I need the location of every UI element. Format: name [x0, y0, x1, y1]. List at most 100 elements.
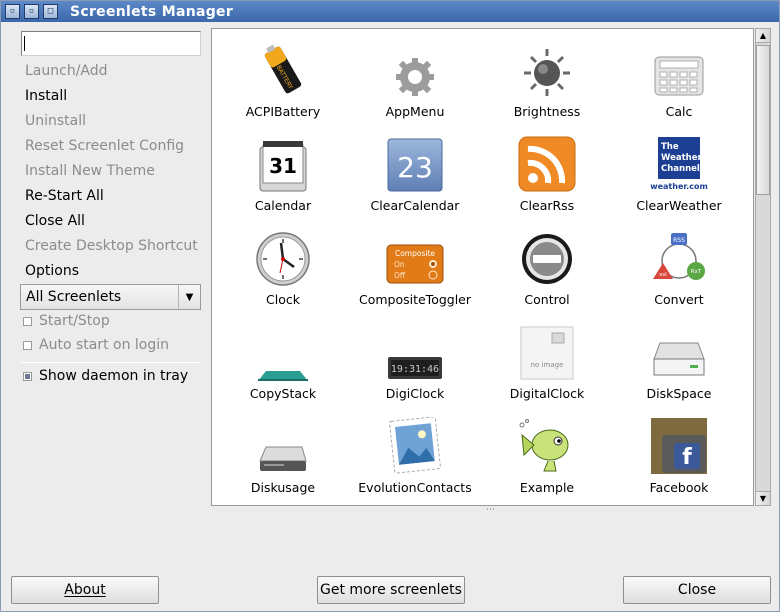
facebook-icon: f [650, 417, 708, 475]
screenlet-label: DiskSpace [646, 386, 712, 401]
scroll-up-icon[interactable]: ▲ [756, 29, 770, 43]
window-menu-button[interactable]: ▫ [5, 4, 20, 19]
screenlet-facebook[interactable]: f Facebook [613, 411, 745, 505]
screenlet-label: Diskusage [250, 480, 316, 495]
close-button[interactable]: Close [623, 576, 771, 604]
no-image-icon-text: no image [531, 361, 564, 369]
about-button[interactable]: About [11, 576, 159, 604]
install-button[interactable]: Install [25, 86, 67, 106]
auto-start-checkbox[interactable]: Auto start on login [23, 336, 169, 354]
chevron-down-icon[interactable]: ▼ [178, 285, 200, 309]
screenlet-label: CopyStack [249, 386, 317, 401]
uninstall-button[interactable]: Uninstall [25, 111, 86, 131]
screenlet-clock[interactable]: Clock [217, 223, 349, 317]
screenlet-diskusage[interactable]: Diskusage [217, 411, 349, 505]
minimize-icon: ▫ [28, 6, 35, 16]
screenlet-clearcalendar[interactable]: 23 ClearCalendar [349, 129, 481, 223]
no-image-icon: no image [518, 323, 576, 381]
screenlet-calendar[interactable]: 31 Calendar [217, 129, 349, 223]
digital-display-icon: 19:31:46 [386, 323, 444, 381]
screenlet-label: EvolutionContacts [358, 480, 472, 495]
search-input[interactable] [21, 31, 201, 56]
screenlet-digiclock[interactable]: 19:31:46 DigiClock [349, 317, 481, 411]
calendar-icon-text: 31 [269, 154, 297, 178]
screenlet-calc[interactable]: Calc [613, 35, 745, 129]
screenlet-label: ACPIBattery [245, 104, 321, 119]
clock-icon [254, 229, 312, 287]
minimize-button[interactable]: ▫ [24, 4, 39, 19]
screenlet-digitalclock[interactable]: no image DigitalClock [481, 317, 613, 411]
screenlet-label: ClearWeather [636, 198, 722, 213]
start-stop-label: Start/Stop [39, 313, 110, 329]
desktop-shortcut-button[interactable]: Create Desktop Shortcut [25, 236, 198, 256]
screenlet-diskspace[interactable]: DiskSpace [613, 317, 745, 411]
sun-icon [518, 41, 576, 99]
filter-select[interactable]: All Screenlets ▼ [20, 284, 201, 310]
maximize-button[interactable]: □ [43, 4, 58, 19]
screenlet-label: Example [519, 480, 575, 495]
launch-add-button[interactable]: Launch/Add [25, 61, 108, 81]
scrollbar-thumb[interactable] [756, 45, 770, 195]
scroll-down-icon[interactable]: ▼ [756, 491, 770, 505]
screenlet-clearweather[interactable]: The Weather Channel weather.com ClearWea… [613, 129, 745, 223]
clear-calendar-icon: 23 [386, 135, 444, 193]
screenlet-evolutioncontacts[interactable]: EvolutionContacts [349, 411, 481, 505]
screenlet-control[interactable]: Control [481, 223, 613, 317]
composite-icon-text: Composite [395, 249, 435, 258]
screenlet-label: Calendar [254, 198, 312, 213]
grid-scrollbar[interactable]: ▲ ▼ [755, 28, 771, 506]
disk-drive-icon [254, 417, 312, 475]
options-button[interactable]: Options [25, 261, 79, 281]
screenlet-label: DigitalClock [509, 386, 585, 401]
restart-all-button[interactable]: Re-Start All [25, 186, 104, 206]
get-more-screenlets-button[interactable]: Get more screenlets [317, 576, 465, 604]
screenlet-appmenu[interactable]: AppMenu [349, 35, 481, 129]
show-daemon-label: Show daemon in tray [39, 368, 189, 384]
checkbox-box[interactable] [23, 316, 32, 326]
checkbox-box[interactable] [23, 371, 32, 381]
composite-icon-on: On [394, 260, 405, 269]
minus-circle-icon [518, 229, 576, 287]
convert-icon-c: RxT [691, 269, 702, 275]
screenlet-brightness[interactable]: Brightness [481, 35, 613, 129]
screenlet-grid[interactable]: BATTERY ACPIBattery AppMenu Brightness C… [211, 28, 754, 506]
show-daemon-checkbox[interactable]: Show daemon in tray [23, 367, 188, 385]
window-menu-icon: ▫ [9, 6, 16, 16]
screenlet-example[interactable]: Example [481, 411, 613, 505]
checkbox-box[interactable] [23, 340, 32, 350]
convert-icon-a: RSS [673, 237, 685, 244]
screenlet-label: ClearCalendar [370, 198, 460, 213]
close-all-button[interactable]: Close All [25, 211, 85, 231]
stamp-contacts-icon [386, 417, 444, 475]
title-bar[interactable]: ▫ ▫ □ Screenlets Manager [1, 1, 779, 22]
svg-text:The: The [661, 142, 679, 152]
weather-channel-icon: The Weather Channel weather.com [650, 135, 708, 193]
convert-icon-b: xsl [659, 272, 667, 278]
weather-icon-subtext: weather.com [650, 182, 708, 191]
screenlet-label: Brightness [513, 104, 581, 119]
auto-start-label: Auto start on login [39, 337, 170, 353]
install-theme-button[interactable]: Install New Theme [25, 161, 155, 181]
copystack-icon [254, 323, 312, 381]
composite-icon-off: Off [394, 271, 406, 280]
screenlet-copystack[interactable]: CopyStack [217, 317, 349, 411]
calendar-page-icon: 31 [254, 135, 312, 193]
pane-resize-grip[interactable]: ⋯ [486, 505, 495, 515]
screenlet-label: Control [524, 292, 570, 307]
get-more-button-label: Get more screenlets [320, 582, 462, 598]
screenlet-acpibattery[interactable]: BATTERY ACPIBattery [217, 35, 349, 129]
clear-calendar-icon-text: 23 [397, 151, 433, 184]
screenlet-clearrss[interactable]: ClearRss [481, 129, 613, 223]
close-button-label: Close [677, 582, 717, 598]
screenlet-convert[interactable]: RSS xsl RxT Convert [613, 223, 745, 317]
screenlet-label: ClearRss [519, 198, 575, 213]
screenlet-label: DigiClock [385, 386, 445, 401]
screenlet-label: CompositeToggler [358, 292, 472, 307]
reset-config-button[interactable]: Reset Screenlet Config [25, 136, 184, 156]
calculator-icon [650, 41, 708, 99]
start-stop-checkbox[interactable]: Start/Stop [23, 312, 110, 330]
svg-text:Weather: Weather [661, 153, 702, 163]
screenlet-label: AppMenu [385, 104, 445, 119]
screenlet-compositetoggler[interactable]: Composite On Off CompositeToggler [349, 223, 481, 317]
filter-select-value: All Screenlets [26, 289, 122, 305]
